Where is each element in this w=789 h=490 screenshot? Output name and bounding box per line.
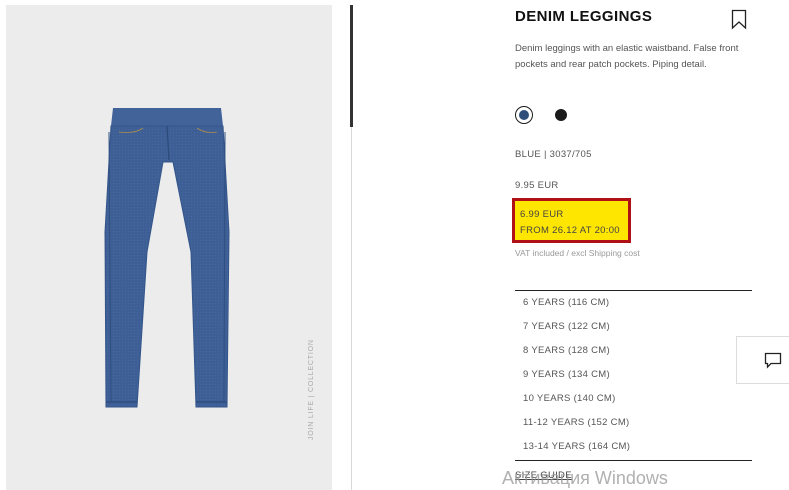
bookmark-icon[interactable] [731, 9, 747, 35]
regular-price: 9.95 EUR [515, 180, 559, 191]
product-image-panel[interactable]: JOIN LIFE | COLLECTION [6, 5, 332, 490]
promo-price-box: 6.99 EUR FROM 26.12 AT 20:00 [512, 198, 631, 243]
scroll-thumb[interactable] [350, 5, 353, 127]
promo-price: 6.99 EUR [520, 209, 564, 220]
product-title: DENIM LEGGINGS [515, 8, 653, 25]
product-description: Denim leggings with an elastic waistband… [515, 43, 739, 70]
size-list: 6 YEARS (116 CM) 7 YEARS (122 CM) 8 YEAR… [515, 291, 752, 459]
color-reference: BLUE | 3037/705 [515, 149, 592, 160]
color-swatch-black[interactable] [555, 109, 567, 121]
chat-icon [764, 352, 782, 369]
size-option[interactable]: 10 YEARS (140 CM) [515, 387, 752, 411]
size-option[interactable]: 9 YEARS (134 CM) [515, 363, 752, 387]
size-option[interactable]: 11-12 YEARS (152 CM) [515, 411, 752, 435]
color-swatch-blue[interactable] [515, 106, 533, 124]
size-guide-link[interactable]: SIZE GUIDE [515, 470, 572, 481]
size-option[interactable]: 6 YEARS (116 CM) [515, 291, 752, 315]
vat-note: VAT included / excl Shipping cost [515, 248, 640, 258]
size-option[interactable]: 7 YEARS (122 CM) [515, 315, 752, 339]
product-image-jeans [104, 108, 230, 408]
promo-date: FROM 26.12 AT 20:00 [520, 225, 620, 236]
size-option[interactable]: 13-14 YEARS (164 CM) [515, 435, 752, 459]
size-option[interactable]: 8 YEARS (128 CM) [515, 339, 752, 363]
collection-tag: JOIN LIFE | COLLECTION [308, 339, 315, 441]
sizes-divider-bottom [515, 460, 752, 461]
chat-button[interactable] [736, 336, 789, 384]
